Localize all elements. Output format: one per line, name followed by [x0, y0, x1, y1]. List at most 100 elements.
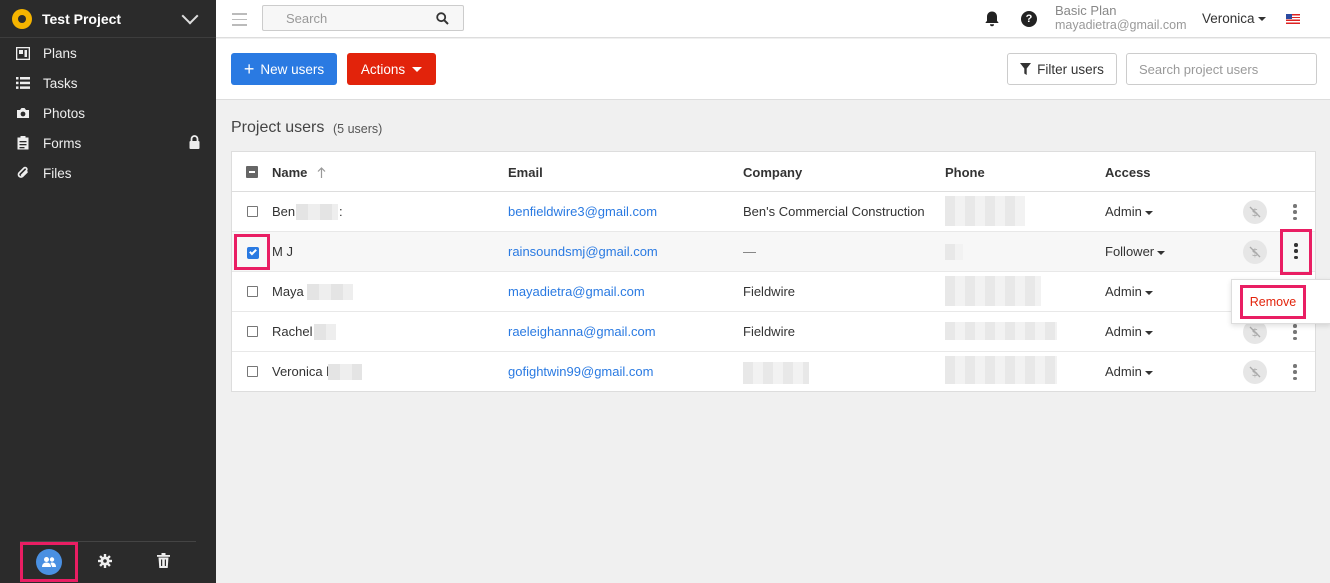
table-row[interactable]: Veronica l gofightwin99@gmail.com Admin …: [232, 352, 1315, 392]
sidebar-item-forms[interactable]: Forms: [0, 128, 216, 158]
redacted-surname: [328, 364, 362, 380]
access-dropdown[interactable]: Admin: [1105, 204, 1153, 219]
filter-users-button[interactable]: Filter users: [1007, 53, 1117, 85]
row-checkbox[interactable]: [247, 366, 258, 377]
select-all-checkbox[interactable]: [246, 166, 258, 178]
search-users-input[interactable]: [1127, 54, 1312, 84]
row-checkbox[interactable]: [247, 286, 258, 297]
no-payment-icon[interactable]: $: [1243, 240, 1267, 264]
sidebar-item-plans[interactable]: Plans: [0, 38, 216, 68]
filter-label: Filter users: [1037, 62, 1104, 77]
more-options-icon[interactable]: [1291, 243, 1301, 259]
redacted-phone: [945, 356, 1057, 384]
hamburger-menu-icon[interactable]: [232, 13, 247, 30]
sidebar-item-label: Forms: [43, 136, 189, 151]
forms-icon: [16, 136, 30, 150]
sidebar-item-tasks[interactable]: Tasks: [0, 68, 216, 98]
column-header-access[interactable]: Access: [1105, 165, 1151, 180]
sidebar: Test Project Plans Tasks Photos Forms: [0, 0, 216, 583]
search-icon[interactable]: [436, 12, 449, 28]
help-icon[interactable]: ?: [1021, 11, 1037, 27]
access-dropdown[interactable]: Admin: [1105, 364, 1153, 379]
no-payment-icon[interactable]: $: [1243, 360, 1267, 384]
lock-icon: [189, 135, 200, 152]
tasks-icon: [16, 76, 30, 90]
user-email-link[interactable]: raeleighanna@gmail.com: [508, 324, 656, 339]
fieldwire-logo-icon: [12, 9, 32, 29]
bell-icon[interactable]: [984, 10, 1000, 30]
column-header-company[interactable]: Company: [743, 165, 802, 180]
caret-down-icon: [1145, 371, 1153, 375]
column-header-phone[interactable]: Phone: [945, 165, 985, 180]
user-email-link[interactable]: gofightwin99@gmail.com: [508, 364, 653, 379]
user-name: Rachel: [272, 324, 312, 339]
caret-down-icon: [1145, 291, 1153, 295]
caret-down-icon: [1157, 251, 1165, 255]
global-search: [262, 5, 464, 31]
user-name: Veronica: [1202, 11, 1255, 26]
row-checkbox[interactable]: [247, 326, 258, 337]
main-content: Project users (5 users) Name Email Compa…: [216, 101, 1330, 579]
caret-down-icon: [1258, 17, 1266, 21]
redacted-phone: [945, 276, 1041, 306]
sidebar-item-label: Photos: [43, 106, 216, 121]
gear-icon[interactable]: [98, 554, 112, 571]
redacted-phone: [945, 244, 963, 260]
user-company: Ben's Commercial Construction: [743, 204, 925, 219]
table-row[interactable]: Maya mayadietra@gmail.com Fieldwire Admi…: [232, 272, 1315, 312]
users-icon: [36, 549, 62, 575]
filter-icon: [1020, 63, 1031, 75]
chevron-down-icon[interactable]: [182, 7, 199, 24]
user-company: Fieldwire: [743, 284, 795, 299]
row-context-menu: Remove: [1231, 279, 1330, 324]
no-payment-icon[interactable]: $: [1243, 200, 1267, 224]
user-company: —: [743, 244, 756, 259]
project-switcher[interactable]: Test Project: [0, 0, 216, 38]
remove-menu-item[interactable]: Remove: [1240, 285, 1306, 319]
user-email-link[interactable]: benfieldwire3@gmail.com: [508, 204, 657, 219]
table-row[interactable]: M J rainsoundsmj@gmail.com — Follower $: [232, 232, 1315, 272]
header-label: Name: [272, 165, 307, 180]
user-company: Fieldwire: [743, 324, 795, 339]
search-input[interactable]: [263, 6, 423, 30]
plan-name: Basic Plan: [1055, 3, 1186, 18]
redacted-company: [743, 362, 809, 384]
access-dropdown[interactable]: Follower: [1105, 244, 1165, 259]
row-checkbox-checked[interactable]: [247, 247, 259, 259]
us-flag-icon[interactable]: [1286, 14, 1300, 24]
table-row[interactable]: Ben : benfieldwire3@gmail.com Ben's Comm…: [232, 192, 1315, 232]
row-checkbox[interactable]: [247, 206, 258, 217]
caret-down-icon: [1145, 331, 1153, 335]
more-options-icon[interactable]: [1290, 364, 1300, 380]
user-email-link[interactable]: rainsoundsmj@gmail.com: [508, 244, 658, 259]
new-users-label: New users: [260, 62, 324, 77]
user-name: Ben: [272, 204, 295, 219]
trash-icon[interactable]: [157, 553, 170, 571]
sidebar-item-photos[interactable]: Photos: [0, 98, 216, 128]
row-checkbox-highlight: [234, 234, 270, 270]
sidebar-item-files[interactable]: Files: [0, 158, 216, 188]
actions-label: Actions: [361, 62, 405, 77]
table-header: Name Email Company Phone Access: [232, 152, 1315, 192]
plan-email: mayadietra@gmail.com: [1055, 18, 1186, 33]
project-users-button[interactable]: [20, 542, 78, 582]
user-email-link[interactable]: mayadietra@gmail.com: [508, 284, 645, 299]
project-title: Test Project: [42, 11, 184, 27]
redacted-phone: [945, 196, 1025, 226]
access-dropdown[interactable]: Admin: [1105, 284, 1153, 299]
column-header-name[interactable]: Name: [272, 165, 326, 181]
more-options-icon[interactable]: [1290, 324, 1300, 340]
actions-button[interactable]: Actions: [347, 53, 436, 85]
name-suffix: :: [339, 204, 343, 219]
column-header-email[interactable]: Email: [508, 165, 543, 180]
table-row[interactable]: Rachel raeleighanna@gmail.com Fieldwire …: [232, 312, 1315, 352]
new-users-button[interactable]: + New users: [231, 53, 337, 85]
access-dropdown[interactable]: Admin: [1105, 324, 1153, 339]
search-users-field: [1126, 53, 1317, 85]
plan-info: Basic Plan mayadietra@gmail.com: [1055, 3, 1186, 33]
sidebar-nav: Plans Tasks Photos Forms: [0, 38, 216, 188]
caret-down-icon: [1145, 211, 1153, 215]
more-options-icon[interactable]: [1290, 204, 1300, 220]
user-menu[interactable]: Veronica: [1202, 11, 1266, 26]
user-name: Veronica l: [272, 364, 329, 379]
